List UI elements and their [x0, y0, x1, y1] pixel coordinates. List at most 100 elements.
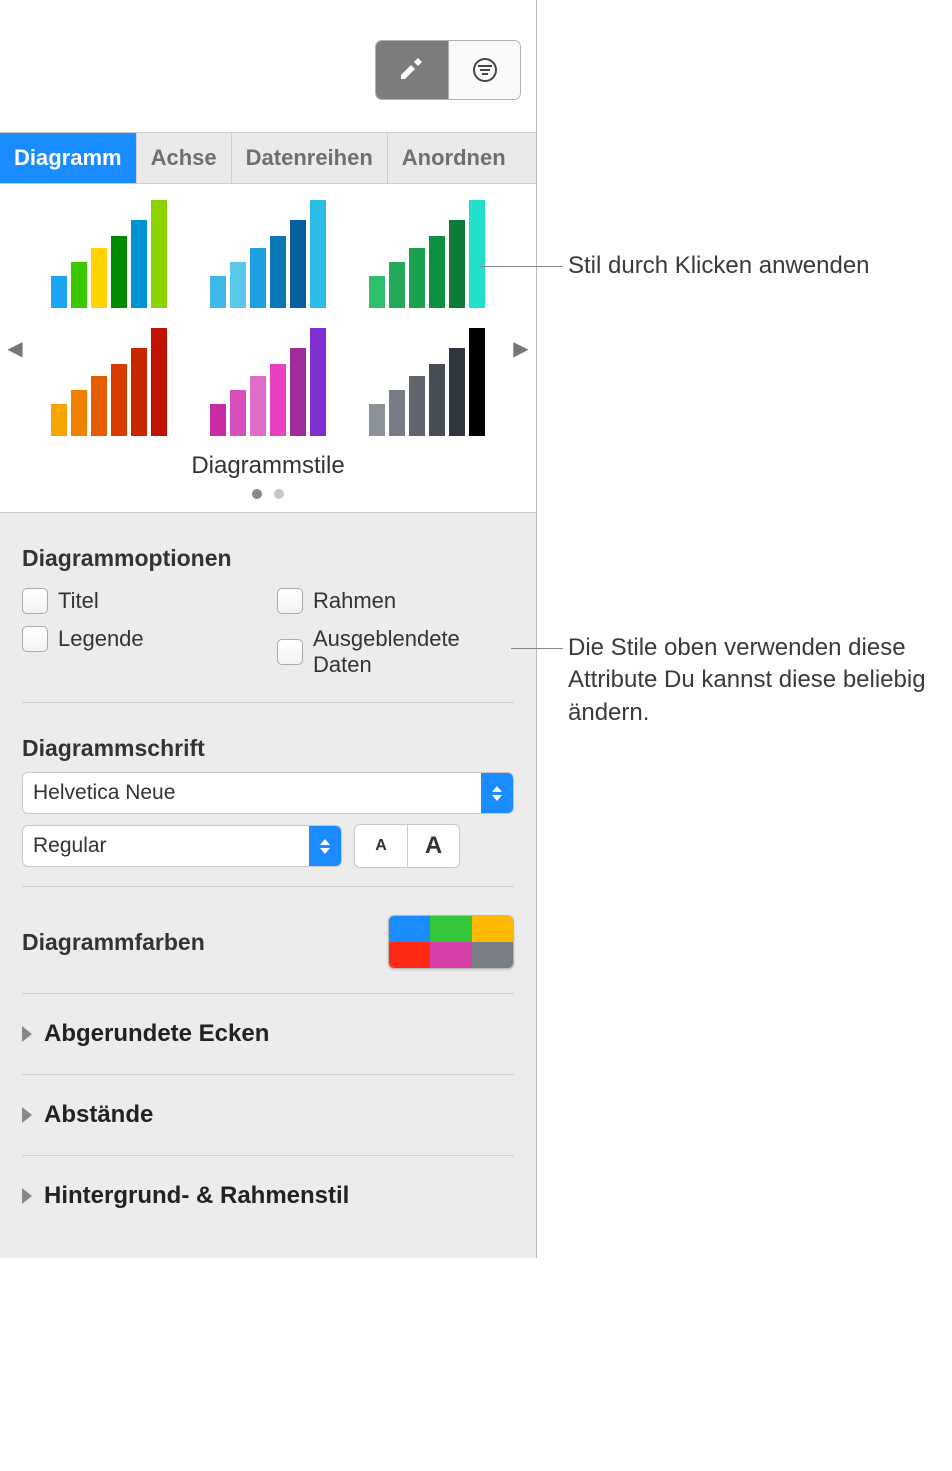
disclosure-background[interactable]: Hintergrund- & Rahmenstil	[22, 1156, 514, 1236]
disclosure-label: Abgerundete Ecken	[44, 1020, 269, 1048]
checkbox-icon	[277, 588, 303, 614]
bar-icon	[151, 200, 167, 308]
callout-line	[480, 266, 563, 267]
chart-style-thumb-3[interactable]	[361, 200, 494, 310]
popup-arrows-icon	[309, 826, 341, 866]
disclosure-label: Abstände	[44, 1101, 153, 1129]
tab-chart[interactable]: Diagramm	[0, 133, 137, 183]
colors-heading: Diagrammfarben	[22, 929, 205, 956]
tab-series[interactable]: Datenreihen	[232, 133, 388, 183]
chart-options-scroll: Diagrammoptionen Titel Legende Rahmen	[0, 513, 536, 1258]
bar-icon	[449, 220, 465, 308]
styles-next-arrow[interactable]: ▶	[510, 333, 532, 363]
font-family-popup[interactable]: Helvetica Neue	[22, 772, 514, 814]
callout-options: Die Stile oben verwenden diese Attribute…	[568, 632, 948, 729]
chevron-right-icon	[22, 1026, 32, 1042]
bar-icon	[230, 390, 246, 436]
checkbox-icon	[22, 588, 48, 614]
bar-icon	[310, 200, 326, 308]
callout-styles: Stil durch Klicken anwenden	[568, 250, 870, 282]
bar-icon	[131, 348, 147, 436]
checkbox-label: Rahmen	[313, 588, 396, 614]
page-dots	[0, 486, 536, 504]
disclosure-rounded-corners[interactable]: Abgerundete Ecken	[22, 994, 514, 1074]
bar-icon	[51, 404, 67, 436]
checkbox-title[interactable]: Titel	[22, 582, 259, 620]
styles-caption: Diagrammstile	[0, 452, 536, 480]
page-dot-1[interactable]	[252, 489, 262, 499]
font-family-value: Helvetica Neue	[33, 781, 175, 805]
popup-arrows-icon	[481, 773, 513, 813]
bar-icon	[91, 376, 107, 436]
bar-icon	[230, 262, 246, 308]
bar-icon	[389, 390, 405, 436]
bar-icon	[151, 328, 167, 436]
bar-icon	[369, 404, 385, 436]
swatch-cell	[430, 916, 471, 942]
checkbox-label: Legende	[58, 626, 144, 652]
chevron-right-icon	[22, 1107, 32, 1123]
chart-style-thumb-6[interactable]	[361, 328, 494, 438]
font-smaller-button[interactable]: A	[355, 825, 407, 867]
checkbox-legend[interactable]: Legende	[22, 620, 259, 658]
chart-style-thumb-2[interactable]	[201, 200, 334, 310]
font-weight-popup[interactable]: Regular	[22, 825, 342, 867]
chevron-right-icon	[22, 1188, 32, 1204]
swatch-cell	[389, 942, 430, 968]
swatch-cell	[430, 942, 471, 968]
checkbox-label: Ausgeblendete Daten	[313, 626, 514, 678]
tab-bar: Diagramm Achse Datenreihen Anordnen	[0, 132, 536, 184]
bar-icon	[210, 276, 226, 308]
tab-axis[interactable]: Achse	[137, 133, 232, 183]
font-size-stepper: A A	[354, 824, 460, 868]
bar-icon	[389, 262, 405, 308]
bar-icon	[250, 376, 266, 436]
bar-icon	[369, 276, 385, 308]
checkbox-icon	[22, 626, 48, 652]
options-heading: Diagrammoptionen	[22, 513, 514, 582]
chart-style-thumb-1[interactable]	[42, 200, 175, 310]
bar-icon	[469, 328, 485, 436]
bar-icon	[270, 364, 286, 436]
format-button[interactable]: Format	[376, 41, 448, 99]
font-weight-value: Regular	[33, 834, 107, 858]
chart-colors-button[interactable]	[388, 915, 514, 969]
swatch-cell	[472, 942, 513, 968]
bar-icon	[290, 348, 306, 436]
disclosure-gaps[interactable]: Abstände	[22, 1075, 514, 1155]
styles-prev-arrow[interactable]: ◀	[4, 333, 26, 363]
font-larger-button[interactable]: A	[407, 825, 459, 867]
bar-icon	[409, 248, 425, 308]
bar-icon	[310, 328, 326, 436]
bar-icon	[429, 364, 445, 436]
disclosure-label: Hintergrund- & Rahmenstil	[44, 1182, 349, 1210]
toolbar: Format Organisieren	[0, 0, 536, 132]
chart-styles-panel: ◀ ▶ Diagrammstile	[0, 184, 536, 513]
bar-icon	[409, 376, 425, 436]
organize-button[interactable]: Organisieren	[448, 41, 520, 99]
inspector-sidebar: Format Organisieren Diagramm Achse Daten…	[0, 0, 537, 1258]
checkbox-label: Titel	[58, 588, 99, 614]
bar-icon	[210, 404, 226, 436]
checkbox-border[interactable]: Rahmen	[277, 582, 514, 620]
callout-line	[511, 648, 563, 649]
bar-icon	[429, 236, 445, 308]
bar-icon	[469, 200, 485, 308]
bar-icon	[250, 248, 266, 308]
bar-icon	[51, 276, 67, 308]
chart-style-thumb-4[interactable]	[42, 328, 175, 438]
checkbox-hidden-data[interactable]: Ausgeblendete Daten	[277, 620, 514, 684]
bar-icon	[71, 262, 87, 308]
mode-segmented-control: Format Organisieren	[375, 40, 521, 100]
bar-icon	[111, 364, 127, 436]
tab-arrange[interactable]: Anordnen	[388, 133, 520, 183]
page-dot-2[interactable]	[274, 489, 284, 499]
checkbox-icon	[277, 639, 303, 665]
bar-icon	[290, 220, 306, 308]
bar-icon	[131, 220, 147, 308]
swatch-cell	[389, 916, 430, 942]
chart-style-thumb-5[interactable]	[201, 328, 334, 438]
font-heading: Diagrammschrift	[22, 703, 514, 772]
bar-icon	[111, 236, 127, 308]
swatch-cell	[472, 916, 513, 942]
